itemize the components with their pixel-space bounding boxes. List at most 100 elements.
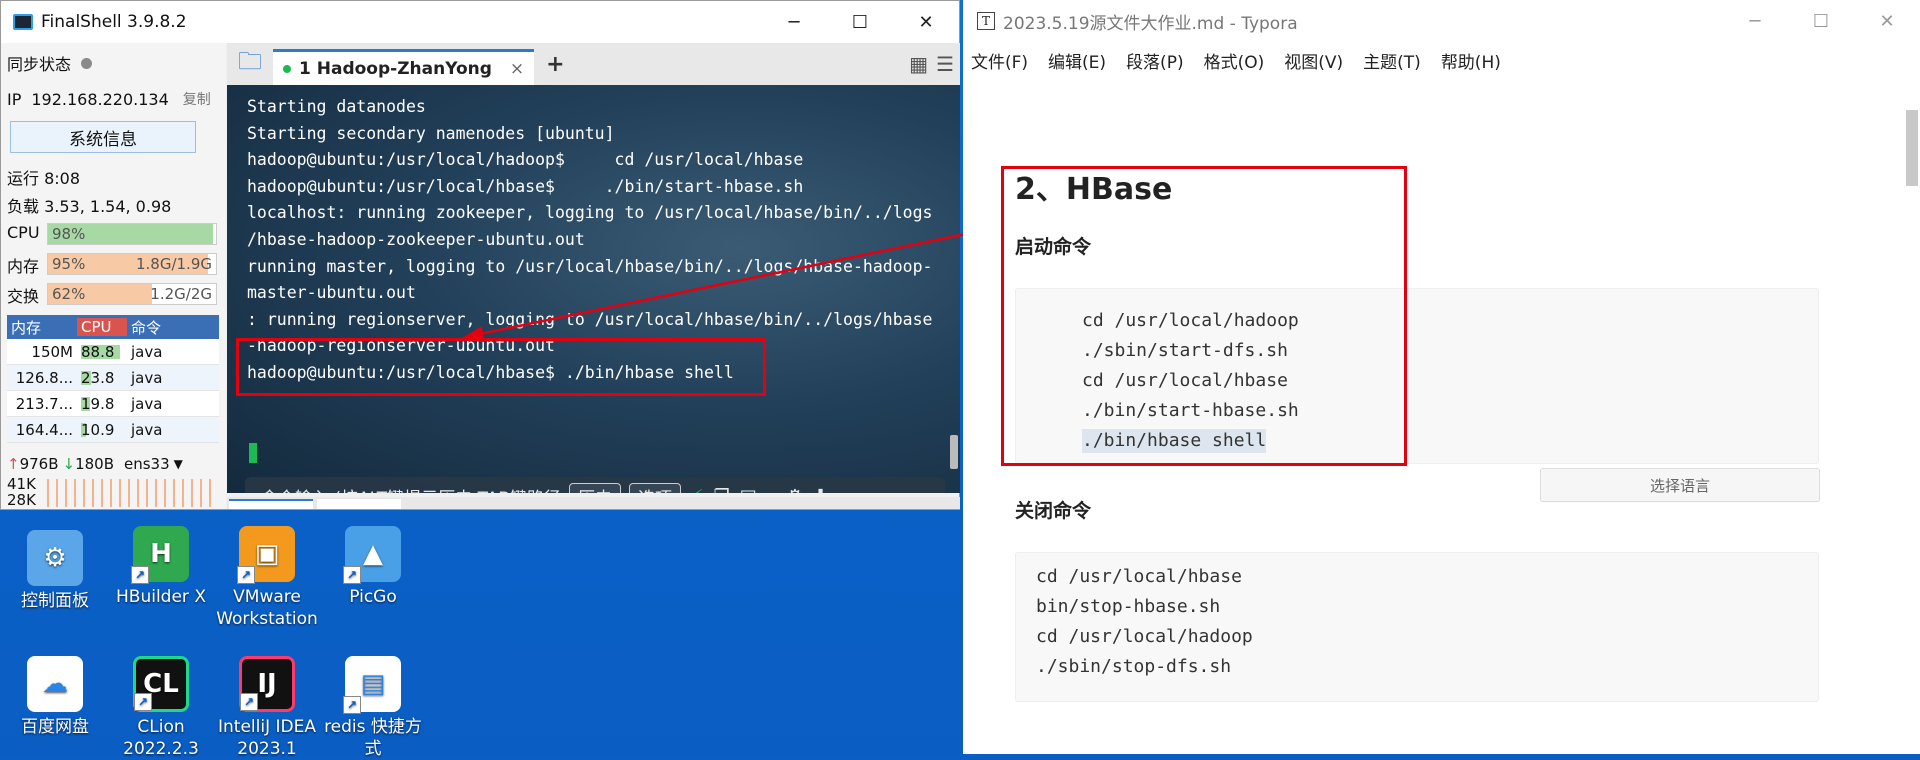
desktop-icon-baidu[interactable]: ☁ 百度网盘 [2, 656, 108, 738]
sync-dot-icon [81, 57, 93, 69]
mem-percent: 95% [52, 255, 86, 273]
stop-code-block[interactable]: cd /usr/local/hbase bin/stop-hbase.sh cd /… [1015, 552, 1819, 702]
menu-edit[interactable]: 编辑(E) [1048, 48, 1106, 73]
tab-hadoop-zhanyong[interactable]: 1 Hadoop-ZhanYong × [273, 49, 535, 85]
lightning-icon[interactable]: ⚡ [691, 486, 704, 494]
process-cmd: java [131, 394, 163, 413]
gear-icon[interactable]: ⚙ [787, 486, 803, 494]
process-row[interactable]: 164.4... 10.9 java [7, 417, 219, 443]
finalshell-titlebar: FinalShell 3.9.8.2 ─ ☐ ✕ [1, 1, 959, 43]
desktop-icon-vmware[interactable]: ▣ ↗ VMware Workstation [214, 526, 320, 630]
process-cpu: 88.8 [77, 343, 127, 361]
typora-app-icon: T [977, 12, 995, 30]
desktop-icon-intellij[interactable]: IJ ↗ IntelliJ IDEA 2023.1 [214, 656, 320, 760]
process-row[interactable]: 150M 88.8 java [7, 339, 219, 365]
mem-meter: 95% 1.8G/1.9G [47, 253, 217, 275]
menu-help[interactable]: 帮助(H) [1441, 48, 1501, 73]
desktop-icon-label: PicGo [349, 587, 397, 607]
swap-percent: 62% [52, 285, 86, 303]
command-input-bar[interactable]: 命令输入 (按ALT键提示历史,TAB键路径 历史 选项 ⚡ ❐ ▤ ⌕ ⚙ ⬇… [245, 477, 945, 493]
terminal-highlight-box [236, 338, 766, 396]
language-select[interactable]: 选择语言 [1540, 468, 1820, 502]
menu-icon[interactable]: ☰ [936, 52, 954, 76]
minimize-button[interactable]: ─ [761, 1, 827, 43]
command-input[interactable]: 命令输入 (按ALT键提示历史,TAB键路径 [261, 484, 561, 494]
menu-view[interactable]: 视图(V) [1284, 48, 1343, 73]
add-tab-icon[interactable]: + [546, 52, 564, 77]
finalshell-sidebar: 同步状态 IP 192.168.220.134 复制 系统信息 运行 8:08 … [1, 43, 226, 509]
typora-scrollbar[interactable] [1906, 110, 1918, 186]
code-line: cd /usr/local/hbase [1036, 566, 1242, 587]
desktop-icon-redis[interactable]: ▤ ↗ redis 快捷方式 [320, 656, 426, 760]
terminal-cursor [249, 443, 257, 463]
mem-label: 内存 [7, 257, 40, 276]
bottom-tab[interactable] [317, 499, 401, 509]
grid-view-icon[interactable]: ▦ [909, 52, 928, 76]
minimize-button[interactable]: ─ [1722, 0, 1788, 42]
terminal-line: hadoop@ubuntu:/usr/local/hbase$ ./bin/st… [247, 176, 804, 196]
download-rate: 180B [75, 455, 114, 473]
network-interface-select[interactable]: ens33 [124, 455, 170, 473]
process-row[interactable]: 213.7... 19.8 java [7, 391, 219, 417]
window-icon[interactable]: ▭ [838, 486, 855, 494]
paste-icon[interactable]: ▤ [740, 486, 757, 494]
desktop-icon-hbuilder[interactable]: H ↗ HBuilder X [108, 526, 214, 608]
terminal-line: Starting datanodes [247, 97, 426, 116]
cpu-percent: 98% [52, 225, 86, 243]
terminal-line: hadoop@ubuntu:/usr/local/hadoop$ cd /usr… [247, 150, 804, 170]
terminal-scrollbar[interactable] [950, 435, 958, 469]
picgo-icon: ▲ ↗ [343, 526, 401, 584]
clion-icon: CL ↗ [133, 656, 189, 712]
desktop-icon-label: IntelliJ IDEA 2023.1 [218, 717, 316, 759]
copy-icon[interactable]: ❐ [714, 486, 730, 494]
finalshell-window: FinalShell 3.9.8.2 ─ ☐ ✕ 同步状态 IP 192.168… [0, 0, 960, 510]
process-mem: 213.7... [15, 394, 73, 413]
col-cmd[interactable]: 命令 [127, 317, 161, 338]
col-cpu[interactable]: CPU [77, 318, 127, 336]
copy-ip-button[interactable]: 复制 [183, 89, 211, 109]
desktop-icon-label: HBuilder X [116, 587, 206, 607]
system-info-button[interactable]: 系统信息 [10, 121, 196, 153]
close-button[interactable]: ✕ [893, 1, 959, 43]
menu-format[interactable]: 格式(O) [1204, 48, 1265, 73]
swap-meter: 62% 1.2G/2G [47, 283, 217, 305]
maximize-button[interactable]: ☐ [827, 1, 893, 43]
maximize-button[interactable]: ☐ [1788, 0, 1854, 42]
download-arrow-icon: ↓ [62, 455, 76, 473]
connected-dot-icon [283, 64, 291, 73]
menu-paragraph[interactable]: 段落(P) [1126, 48, 1184, 73]
redis-shortcut-icon: ▤ ↗ [343, 656, 401, 714]
terminal-panel: 🗀 1 Hadoop-ZhanYong × + ▦ ☰ Starting dat… [227, 43, 960, 493]
terminal-line: : running regionserver, logging to /usr/… [247, 309, 933, 329]
menu-theme[interactable]: 主题(T) [1363, 48, 1421, 73]
menu-file[interactable]: 文件(F) [971, 48, 1028, 73]
search-icon[interactable]: ⌕ [767, 486, 777, 494]
desktop-icon-clion[interactable]: CL ↗ CLion 2022.2.3 [108, 656, 214, 760]
col-mem[interactable]: 内存 [7, 317, 77, 338]
terminal-output[interactable]: Starting datanodes Starting secondary nam… [227, 85, 960, 493]
desktop-icon-picgo[interactable]: ▲ ↗ PicGo [320, 526, 426, 608]
bottom-tab-active[interactable] [229, 499, 313, 509]
typora-menubar: 文件(F) 编辑(E) 段落(P) 格式(O) 视图(V) 主题(T) 帮助(H… [963, 42, 1920, 78]
stop-commands-heading: 关闭命令 [1015, 500, 1092, 522]
folder-icon[interactable]: 🗀 [227, 43, 273, 85]
options-button[interactable]: 选项 [628, 483, 681, 493]
load-average: 负载 3.53, 1.54, 0.98 [7, 197, 172, 216]
history-button[interactable]: 历史 [568, 483, 621, 493]
swap-label: 交换 [7, 287, 40, 306]
chevron-down-icon[interactable]: ▼ [174, 457, 183, 471]
close-button[interactable]: ✕ [1854, 0, 1920, 42]
close-tab-icon[interactable]: × [510, 59, 524, 79]
bottom-tab-strip [227, 497, 960, 509]
process-row[interactable]: 126.8... 23.8 java [7, 365, 219, 391]
process-cmd: java [131, 342, 163, 361]
typora-titlebar: T 2023.5.19源文件大作业.md - Typora ─ ☐ ✕ [963, 0, 1920, 42]
upload-arrow-icon: ↑ [7, 455, 20, 473]
download-icon[interactable]: ⬇ [813, 486, 828, 494]
cpu-label: CPU [7, 223, 40, 242]
desktop-icon-label: VMware Workstation [216, 587, 318, 629]
code-line: ./sbin/stop-dfs.sh [1036, 656, 1232, 677]
desktop-icon-label: CLion 2022.2.3 [123, 717, 199, 759]
code-line: cd /usr/local/hadoop [1036, 626, 1253, 647]
desktop-icon-control-panel[interactable]: ⚙ 控制面板 [2, 530, 108, 612]
